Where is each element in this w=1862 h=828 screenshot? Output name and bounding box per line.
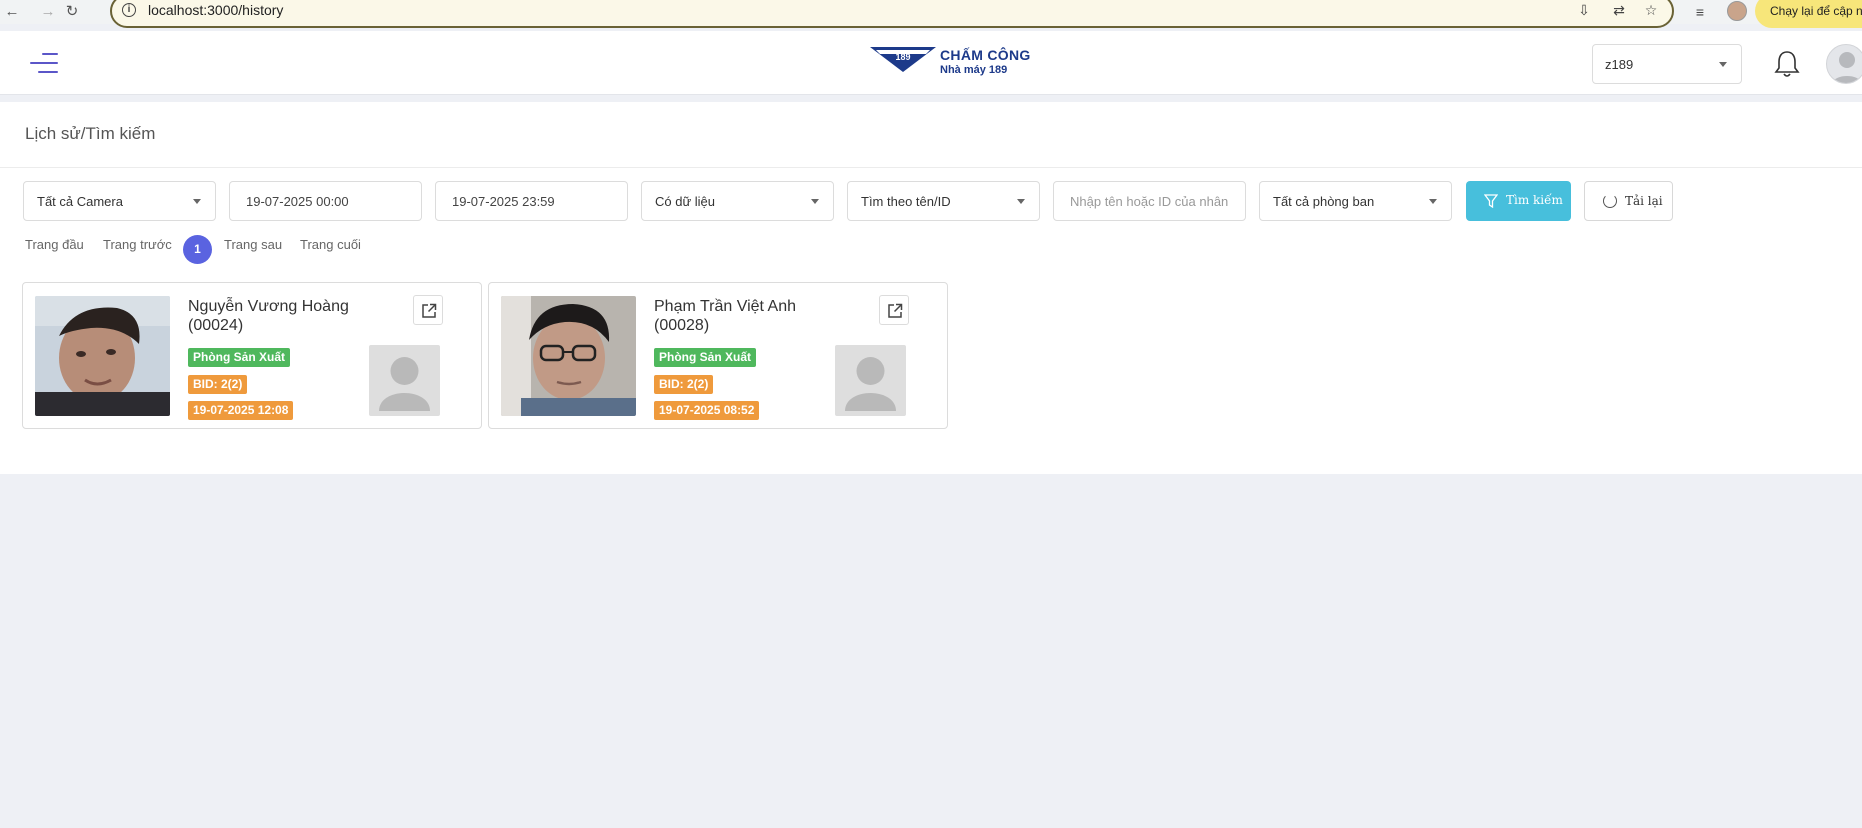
chevron-down-icon — [1429, 199, 1437, 204]
back-icon[interactable]: ← — [2, 2, 22, 22]
install-app-icon[interactable]: ⇩ — [1575, 1, 1593, 19]
logo-subtitle: Nhà máy 189 — [940, 64, 1008, 76]
notification-bell-icon[interactable] — [1773, 49, 1801, 79]
data-filter-value: Có dữ liệu — [655, 194, 716, 209]
history-panel: Lịch sử/Tìm kiếm Tất cả Camera 19-07-202… — [0, 102, 1862, 474]
camera-select-value: Tất cả Camera — [37, 194, 123, 209]
pagination-prev[interactable]: Trang trước — [103, 237, 172, 252]
bookmark-star-icon[interactable]: ☆ — [1642, 1, 1660, 19]
chevron-down-icon — [193, 199, 201, 204]
page-title: Lịch sử/Tìm kiếm — [25, 124, 156, 143]
employee-search-placeholder: Nhập tên hoặc ID của nhân — [1070, 194, 1229, 209]
date-to-value: 19-07-2025 23:59 — [452, 194, 555, 209]
translate-icon[interactable]: ⇄ — [1610, 1, 1628, 19]
browser-update-button[interactable]: Chạy lại để cập nhật — [1755, 0, 1862, 28]
history-card: Nguyễn Vương Hoàng (00024) Phòng Sản Xuấ… — [22, 282, 482, 429]
timestamp-badge: 19-07-2025 12:08 — [188, 401, 294, 420]
history-card: Phạm Trần Việt Anh (00028) Phòng Sản Xuấ… — [488, 282, 948, 429]
browser-profile-avatar[interactable] — [1727, 1, 1747, 21]
data-filter-select[interactable]: Có dữ liệu — [641, 181, 834, 221]
browser-toolbar: ← → ↻ i localhost:3000/history ⇩ ⇄ ☆ ≡ C… — [0, 0, 1862, 28]
external-link-icon — [422, 303, 437, 318]
reload-icon[interactable]: ↻ — [62, 2, 82, 22]
external-link-icon — [888, 303, 903, 318]
employee-name: Phạm Trần Việt Anh (00028) — [654, 298, 797, 334]
date-from-input[interactable]: 19-07-2025 00:00 — [229, 181, 422, 221]
user-silhouette-icon — [379, 357, 430, 411]
employee-avatar-placeholder — [835, 345, 906, 416]
department-badge: Phòng Sản Xuất — [188, 348, 291, 367]
department-badge: Phòng Sản Xuất — [654, 348, 757, 367]
forward-icon[interactable]: → — [38, 2, 58, 22]
face-capture-photo — [35, 296, 170, 416]
bid-badge: BID: 2(2) — [188, 375, 248, 394]
bid-badge: BID: 2(2) — [654, 375, 714, 394]
timestamp-badge: 19-07-2025 08:52 — [654, 401, 760, 420]
chevron-down-icon — [1017, 199, 1025, 204]
filter-icon — [1484, 194, 1498, 208]
employee-search-input[interactable]: Nhập tên hoặc ID của nhân — [1053, 181, 1246, 221]
camera-select[interactable]: Tất cả Camera — [23, 181, 216, 221]
logo-title: CHẤM CÔNG — [940, 47, 1031, 63]
svg-text:189: 189 — [895, 52, 910, 62]
pagination-last[interactable]: Trang cuối — [300, 237, 361, 252]
pagination-first[interactable]: Trang đầu — [25, 237, 84, 252]
department-select[interactable]: Tất cả phòng ban — [1259, 181, 1452, 221]
search-mode-select[interactable]: Tìm theo tên/ID — [847, 181, 1040, 221]
organization-select-value: z189 — [1605, 57, 1634, 72]
open-detail-button[interactable] — [413, 295, 443, 325]
pagination-next[interactable]: Trang sau — [224, 237, 282, 252]
site-info-icon[interactable]: i — [122, 3, 136, 17]
reload-button[interactable]: Tải lại — [1584, 181, 1673, 221]
organization-select[interactable]: z189 — [1592, 44, 1742, 84]
user-silhouette-icon — [845, 357, 896, 411]
search-mode-value: Tìm theo tên/ID — [861, 194, 951, 209]
face-capture-photo — [501, 296, 636, 416]
search-button[interactable]: Tìm kiếm — [1466, 181, 1571, 221]
address-bar[interactable]: i localhost:3000/history ⇩ ⇄ ☆ — [110, 0, 1674, 28]
department-select-value: Tất cả phòng ban — [1273, 194, 1375, 209]
reload-button-label: Tải lại — [1625, 194, 1663, 208]
chevron-down-icon — [811, 199, 819, 204]
chevron-down-icon — [1719, 62, 1727, 67]
menu-toggle-icon[interactable] — [30, 53, 58, 73]
refresh-icon — [1603, 194, 1617, 208]
pagination-current-page[interactable]: 1 — [183, 235, 212, 264]
open-detail-button[interactable] — [879, 295, 909, 325]
logo-emblem-icon: 189 — [870, 47, 936, 72]
employee-avatar-placeholder — [369, 345, 440, 416]
company-logo: 189 CHẤM CÔNG Nhà máy 189 — [870, 45, 1050, 81]
user-avatar[interactable] — [1826, 44, 1862, 84]
media-controls-icon[interactable]: ≡ — [1690, 2, 1710, 22]
divider — [0, 167, 1862, 168]
app-header: 189 CHẤM CÔNG Nhà máy 189 z189 — [0, 31, 1862, 95]
employee-name: Nguyễn Vương Hoàng (00024) — [188, 298, 349, 334]
address-url[interactable]: localhost:3000/history — [148, 2, 283, 18]
date-from-value: 19-07-2025 00:00 — [246, 194, 349, 209]
search-button-label: Tìm kiếm — [1506, 193, 1563, 207]
date-to-input[interactable]: 19-07-2025 23:59 — [435, 181, 628, 221]
